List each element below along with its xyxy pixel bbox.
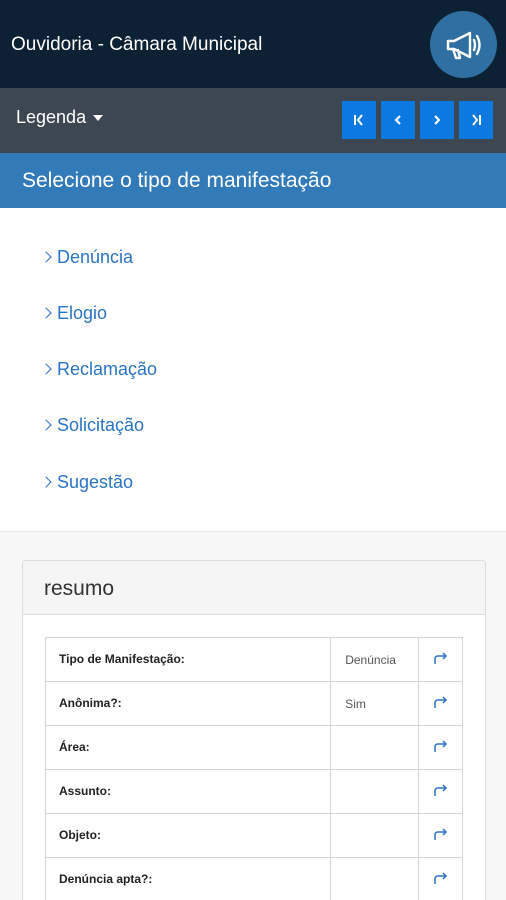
table-row: Objeto: <box>44 813 463 858</box>
forward-arrow-icon <box>433 784 447 796</box>
next-page-button[interactable] <box>420 101 454 139</box>
next-page-icon <box>434 115 441 125</box>
section-title: Selecione o tipo de manifestação <box>22 169 332 192</box>
app-title: Ouvidoria - Câmara Municipal <box>11 34 263 55</box>
forward-arrow-icon <box>433 872 447 884</box>
row-value: Denúncia <box>330 637 420 682</box>
row-value: Sim <box>330 681 420 726</box>
row-value <box>330 813 420 858</box>
row-label: Anônima?: <box>44 681 332 726</box>
type-item-solicitacao[interactable]: Solicitação <box>40 411 145 439</box>
forward-arrow-icon <box>433 740 447 752</box>
summary-header: resumo <box>23 561 485 615</box>
first-page-icon <box>354 114 363 126</box>
edit-row-button[interactable] <box>418 857 463 900</box>
forward-arrow-icon <box>433 696 447 708</box>
first-page-button[interactable] <box>342 101 376 139</box>
last-page-icon <box>472 114 481 126</box>
type-item-label: Solicitação <box>57 414 145 435</box>
edit-row-button[interactable] <box>418 725 463 770</box>
previous-page-icon <box>394 115 401 125</box>
row-label: Tipo de Manifestação: <box>44 637 332 682</box>
row-value <box>330 769 420 814</box>
row-label: Objeto: <box>44 813 332 858</box>
table-row: Tipo de Manifestação: Denúncia <box>44 637 463 682</box>
type-item-elogio[interactable]: Elogio <box>40 299 108 327</box>
summary-panel: resumo Tipo de Manifestação: Denúncia An… <box>22 560 486 900</box>
edit-row-button[interactable] <box>418 813 463 858</box>
type-item-reclamacao[interactable]: Reclamação <box>40 355 158 383</box>
type-item-label: Sugestão <box>57 471 134 492</box>
legenda-dropdown[interactable]: Legenda <box>16 105 104 129</box>
chevron-right-icon <box>40 251 52 263</box>
table-row: Anônima?: Sim <box>44 681 463 726</box>
previous-page-button[interactable] <box>381 101 415 139</box>
type-item-denuncia[interactable]: Denúncia <box>40 243 134 271</box>
table-row: Assunto: <box>44 769 463 814</box>
legenda-label: Legenda <box>16 107 87 127</box>
summary-table: Tipo de Manifestação: Denúncia Anônima?:… <box>44 637 463 900</box>
forward-arrow-icon <box>433 828 447 840</box>
type-item-label: Elogio <box>57 302 108 323</box>
chevron-right-icon <box>40 419 52 431</box>
megaphone-icon <box>446 31 481 59</box>
table-row: Área: <box>44 725 463 770</box>
last-page-button[interactable] <box>459 101 493 139</box>
edit-row-button[interactable] <box>418 637 463 682</box>
chevron-right-icon <box>40 363 52 375</box>
summary-title: resumo <box>44 577 115 600</box>
chevron-right-icon <box>40 476 52 488</box>
row-value <box>330 857 420 900</box>
megaphone-button[interactable] <box>430 11 497 78</box>
row-label: Assunto: <box>44 769 332 814</box>
forward-arrow-icon <box>433 652 447 664</box>
table-row: Denúncia apta?: <box>44 857 463 900</box>
chevron-right-icon <box>40 307 52 319</box>
type-item-label: Reclamação <box>57 358 158 379</box>
type-item-label: Denúncia <box>57 246 134 267</box>
type-item-sugestao[interactable]: Sugestão <box>40 468 134 496</box>
row-label: Área: <box>44 725 332 770</box>
edit-row-button[interactable] <box>418 681 463 726</box>
row-label: Denúncia apta?: <box>44 857 332 900</box>
edit-row-button[interactable] <box>418 769 463 814</box>
caret-down-icon <box>93 115 104 121</box>
row-value <box>330 725 420 770</box>
